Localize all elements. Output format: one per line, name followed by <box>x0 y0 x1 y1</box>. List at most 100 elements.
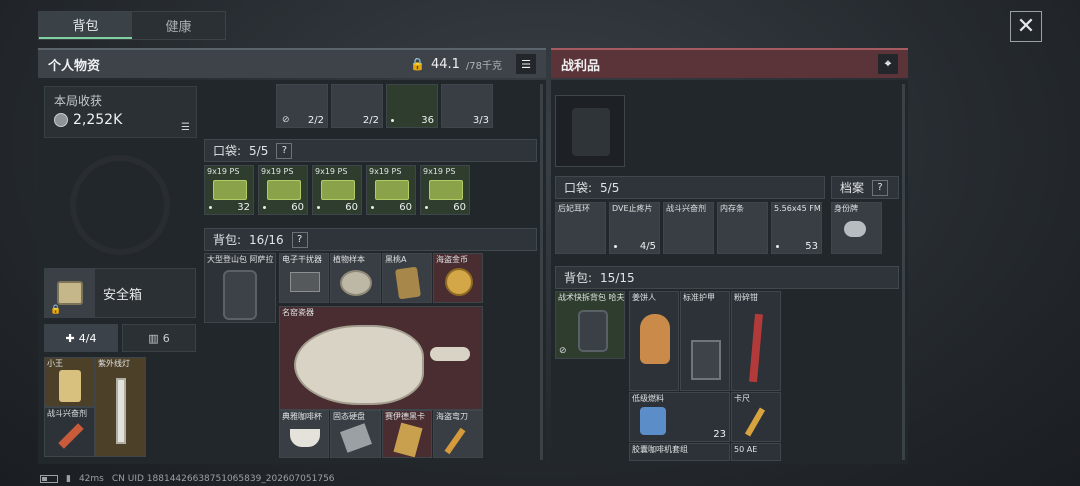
item-count: 60 <box>345 202 358 213</box>
item-standard-armor[interactable]: 标准护甲 <box>680 291 730 391</box>
ping: 42ms <box>78 474 104 484</box>
ammo-box-icon <box>213 180 247 200</box>
pocket-item[interactable]: 9x19 PS 60 <box>312 165 362 215</box>
tab-medkit[interactable]: ✚ 4/4 <box>44 324 118 352</box>
pocket-item[interactable]: 内存条 <box>717 202 768 254</box>
item-plant-sample[interactable]: 植物样本 <box>330 253 381 303</box>
item-black-card[interactable]: 赛伊德黑卡 <box>382 410 432 458</box>
item-name: 赛伊德黑卡 <box>385 412 425 421</box>
vest-slot[interactable] <box>555 95 625 167</box>
pocket-item[interactable]: 9x19 PS 60 <box>366 165 416 215</box>
item-famous-porcelain[interactable]: 名窑瓷器 <box>279 306 483 410</box>
medkit-icon: ✚ <box>65 331 75 345</box>
item-pirate-knife[interactable]: 海盗弯刀 <box>433 410 483 458</box>
item-name: 9x19 PS <box>207 167 240 176</box>
pocket-item[interactable]: 战斗兴奋剂 <box>663 202 714 254</box>
item-name: 9x19 PS <box>261 167 294 176</box>
ammo-box-icon: ▥ <box>148 331 159 345</box>
lock-icon: 🔒 <box>50 305 62 315</box>
ammo-box-icon <box>267 180 301 200</box>
dot-icon <box>776 245 779 248</box>
backpack-icon <box>223 270 257 320</box>
top-item[interactable]: 2/2 <box>331 84 383 128</box>
item-pirate-coin[interactable]: 海盗金币 <box>433 253 483 303</box>
item-jammer[interactable]: 电子干扰器 <box>279 253 329 303</box>
item-name: 9x19 PS <box>315 167 348 176</box>
item-count: 60 <box>453 202 466 213</box>
item-crusher-pliers[interactable]: 粉碎钳 <box>731 291 781 391</box>
pocket-bar-left: 口袋: 5/5 ? <box>204 139 537 162</box>
item-ssd[interactable]: 固态硬盘 <box>330 410 381 458</box>
caliper-icon <box>744 407 766 437</box>
pocket-item[interactable]: 9x19 PS 32 <box>204 165 254 215</box>
weight-indicator: 🔒 44.1/78千克 ☰ <box>410 54 536 74</box>
pocket-item[interactable]: 9x19 PS 60 <box>258 165 308 215</box>
item-name: 胶囊咖啡机套组 <box>632 445 688 454</box>
dot-icon <box>371 206 374 209</box>
backpack-bar-left: 背包: 16/16 ? <box>204 228 537 251</box>
item-name: 粉碎钳 <box>734 293 758 302</box>
location-pin-icon: ⌖ <box>884 57 892 70</box>
help-icon[interactable]: ? <box>276 142 293 159</box>
tab-health[interactable]: 健康 <box>132 12 225 39</box>
archive-bar[interactable]: 档案 ? <box>831 176 899 199</box>
safe-item-stimulant[interactable]: 战斗兴奋剂 <box>44 407 95 457</box>
item-capsule-coffee[interactable]: 胶囊咖啡机套组 <box>629 443 730 461</box>
item-id-tag[interactable]: 身份牌 <box>831 202 882 254</box>
item-name: 9x19 PS <box>369 167 402 176</box>
vase-neck-icon <box>430 347 470 361</box>
item-50ae-ammo[interactable]: 50 AE <box>731 443 781 461</box>
safe-subtabs: ✚ 4/4 ▥ 6 <box>44 324 196 352</box>
pocket-item[interactable]: 9x19 PS 60 <box>420 165 470 215</box>
close-button[interactable]: ✕ <box>1010 11 1042 42</box>
list-icon: ☰ <box>521 57 531 71</box>
drive-icon <box>340 423 372 453</box>
top-item[interactable]: 3/3 <box>441 84 493 128</box>
safe-box[interactable]: 🔒 安全箱 <box>44 268 196 318</box>
fuel-can-icon <box>640 407 666 435</box>
list-icon[interactable]: ☰ <box>181 122 190 133</box>
card-icon <box>59 370 81 402</box>
card-icon <box>393 422 423 457</box>
dot-icon <box>391 119 394 122</box>
item-name: 50 AE <box>734 445 758 454</box>
top-item[interactable]: 36 <box>386 84 438 128</box>
item-low-grade-fuel[interactable]: 低级燃料 23 <box>629 392 730 442</box>
item-count: 60 <box>399 202 412 213</box>
vase-icon <box>294 325 424 405</box>
uid: CN UID 18814426638751065839_202607051756 <box>111 474 335 484</box>
tag-icon <box>844 221 866 237</box>
item-name: 低级燃料 <box>632 394 664 403</box>
item-coffee-cup[interactable]: 典雅咖啡杯 <box>279 410 329 458</box>
item-gingerbread[interactable]: 姜饼人 <box>629 291 679 391</box>
panel-title: 战利品 <box>561 58 601 74</box>
safe-item-king[interactable]: 小王 <box>44 357 95 407</box>
left-scrollbar[interactable] <box>540 84 543 460</box>
top-item[interactable]: 2/2 ⊘ <box>276 84 328 128</box>
item-name: 植物样本 <box>333 255 365 264</box>
pocket-item[interactable]: 5.56x45 FM 53 <box>771 202 822 254</box>
right-scrollbar[interactable] <box>902 84 905 460</box>
help-icon[interactable]: ? <box>872 179 889 196</box>
item-large-backpack[interactable]: 大型登山包 阿萨拉 <box>204 253 276 323</box>
cup-icon <box>290 429 320 447</box>
item-name: 紫外线灯 <box>98 359 130 368</box>
safe-item-uv-lamp[interactable]: 紫外线灯 <box>95 357 146 457</box>
item-caliper[interactable]: 卡尺 <box>731 392 781 442</box>
pocket-item[interactable]: 后妃耳环 <box>555 202 606 254</box>
backpack-label: 背包: <box>213 233 242 247</box>
item-black-peach[interactable]: 黑桃A <box>382 253 432 303</box>
list-view-button[interactable]: ☰ <box>516 54 536 74</box>
tab-backpack[interactable]: 背包 <box>39 12 132 39</box>
pocket-item[interactable]: DVE止疼片 4/5 <box>609 202 660 254</box>
tab-ammo[interactable]: ▥ 6 <box>122 324 196 352</box>
ammo-box-icon <box>429 180 463 200</box>
harvest-summary: 本局收获 2,252K ☰ <box>44 86 197 138</box>
help-icon[interactable]: ? <box>291 231 308 248</box>
safe-box-icon: 🔒 <box>45 269 95 317</box>
item-tactical-backpack[interactable]: 战术快拆背包 哈夫克 ⊘ <box>555 291 625 359</box>
item-name: 战斗兴奋剂 <box>47 409 87 418</box>
location-button[interactable]: ⌖ <box>878 54 898 74</box>
pocket-bar-right: 口袋: 5/5 <box>555 176 825 199</box>
item-name: 名窑瓷器 <box>282 308 314 317</box>
